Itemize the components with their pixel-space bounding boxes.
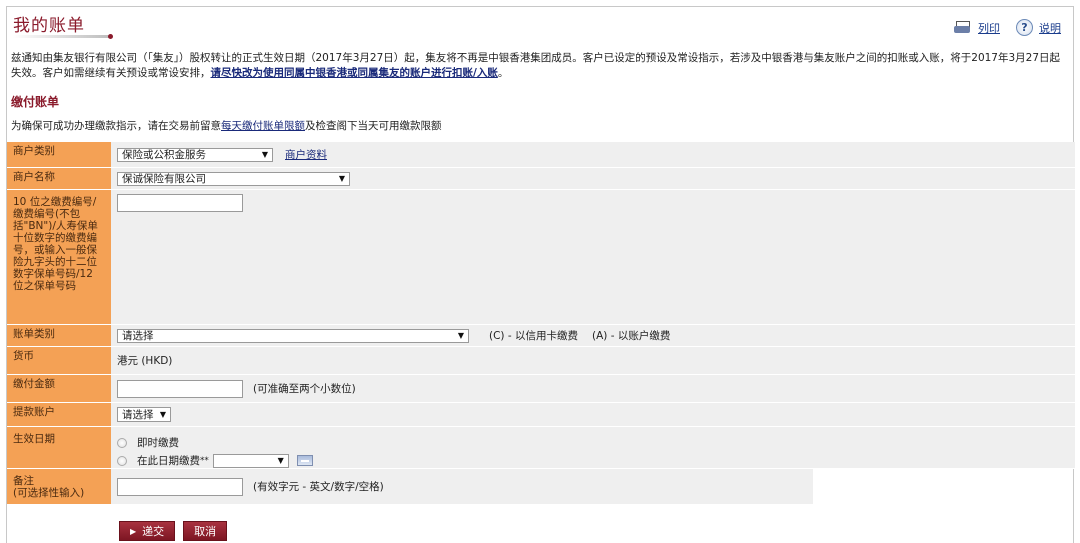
- merchant-info-link[interactable]: 商户资料: [285, 147, 327, 162]
- notice-link[interactable]: 请尽快改为使用同属中银香港或同属集友的账户进行扣账/入账: [211, 67, 498, 79]
- submit-button[interactable]: ▶ 递交: [119, 521, 176, 541]
- title-bar: 我的账单: [13, 11, 113, 39]
- pay-now-option[interactable]: 即时缴费: [117, 435, 179, 450]
- merchant-name-row: 商户名称 保诚保险有限公司 ▼: [7, 168, 1075, 190]
- remark-input[interactable]: [117, 477, 243, 496]
- debit-account-row: 提款账户 请选择 ▼: [7, 403, 1075, 427]
- pay-now-radio[interactable]: [117, 437, 127, 448]
- debit-account-field: 请选择 ▼: [111, 403, 1075, 426]
- amount-label: 缴付金额: [7, 375, 111, 402]
- bill-number-label: 10 位之缴费编号/ 缴费编号(不包括"BN")/人寿保单十位数字的缴费编号，或…: [7, 190, 111, 324]
- notice-end: 。: [497, 67, 509, 79]
- pay-now-label: 即时缴费: [137, 437, 179, 449]
- help-link[interactable]: 说明: [1039, 20, 1061, 36]
- bill-type-label: 账单类别: [7, 325, 111, 346]
- bill-type-value: 请选择: [122, 330, 154, 342]
- cancel-label: 取消: [194, 525, 217, 538]
- remark-label: 备注 (可选择性输入): [7, 469, 111, 504]
- merchant-type-label: 商户类别: [7, 142, 111, 167]
- form-actions: ▶ 递交 取消: [119, 521, 228, 541]
- bill-type-row: 账单类别 请选择 ▼ (C) - 以信用卡缴费 (A) - 以账户缴费: [7, 325, 1075, 347]
- merchant-type-row: 商户类别 保险或公积金服务 ▼ 商户资料: [7, 142, 1075, 168]
- currency-row: 货币 港元 (HKD): [7, 347, 1075, 375]
- merchant-type-value: 保险或公积金服务: [122, 149, 206, 161]
- merchant-type-field: 保险或公积金服务 ▼ 商户资料: [111, 142, 1075, 167]
- page-title: 我的账单: [13, 16, 85, 36]
- remark-hint: (有效字元 - 英文/数字/空格): [253, 481, 384, 493]
- top-actions: 列印 ? 说明: [954, 19, 1061, 36]
- help-icon[interactable]: ?: [1016, 19, 1033, 36]
- calendar-icon[interactable]: [296, 455, 313, 466]
- merchant-type-select[interactable]: 保险或公积金服务 ▼: [117, 147, 273, 162]
- intro-before: 为确保可成功办理缴款指示，请在交易前留意: [11, 120, 221, 132]
- bill-number-row: 10 位之缴费编号/ 缴费编号(不包括"BN")/人寿保单十位数字的缴费编号，或…: [7, 190, 1075, 325]
- currency-field: 港元 (HKD): [111, 347, 1075, 374]
- remark-field: (有效字元 - 英文/数字/空格): [111, 469, 813, 504]
- bill-type-select[interactable]: 请选择 ▼: [117, 328, 469, 343]
- bill-number-input[interactable]: [117, 194, 243, 212]
- title-underline: [13, 34, 113, 39]
- amount-field: (可准确至两个小数位): [111, 375, 1075, 402]
- debit-account-select[interactable]: 请选择 ▼: [117, 407, 171, 422]
- cancel-button[interactable]: 取消: [183, 521, 228, 541]
- printer-icon[interactable]: [954, 20, 972, 35]
- amount-row: 缴付金额 (可准确至两个小数位): [7, 375, 1075, 403]
- submit-label: 递交: [142, 525, 165, 538]
- dropdown-arrow-icon: ▼: [261, 150, 268, 159]
- remark-label-main: 备注: [13, 475, 34, 487]
- transfer-notice: 兹通知由集友银行有限公司（「集友」）股权转让的正式生效日期（2017年3月27日…: [11, 51, 1069, 81]
- debit-account-value: 请选择: [122, 409, 154, 421]
- notice-text: 兹通知由集友银行有限公司（「集友」）股权转让的正式生效日期（2017年3月27日…: [11, 52, 1061, 79]
- effective-date-field: 即时缴费 在此日期缴费 ** ▼: [111, 427, 1075, 468]
- remark-label-sub: (可选择性输入): [13, 487, 85, 499]
- print-link[interactable]: 列印: [978, 20, 1000, 36]
- bill-type-hint-credit: (C) - 以信用卡缴费: [489, 330, 578, 342]
- bill-number-field: [111, 190, 1075, 324]
- daily-limit-link[interactable]: 每天缴付账单限额: [221, 120, 305, 132]
- bill-type-hint-account: (A) - 以账户缴费: [592, 330, 671, 342]
- play-arrow-icon: ▶: [130, 526, 137, 536]
- pay-on-date-radio[interactable]: [117, 455, 127, 466]
- effective-date-row: 生效日期 即时缴费 在此日期缴费 ** ▼: [7, 427, 1075, 469]
- dropdown-arrow-icon: ▼: [457, 331, 464, 340]
- limit-intro: 为确保可成功办理缴款指示，请在交易前留意每天缴付账单限额及检查阁下当天可用缴款限…: [11, 118, 442, 133]
- intro-after: 及检查阁下当天可用缴款限额: [305, 120, 442, 132]
- currency-value: 港元 (HKD): [117, 355, 173, 367]
- amount-input[interactable]: [117, 379, 243, 398]
- remark-row: 备注 (可选择性输入) (有效字元 - 英文/数字/空格): [7, 469, 813, 505]
- currency-label: 货币: [7, 347, 111, 374]
- dropdown-arrow-icon: ▼: [159, 410, 166, 419]
- merchant-name-field: 保诚保险有限公司 ▼: [111, 168, 1075, 189]
- merchant-name-value: 保诚保险有限公司: [122, 173, 206, 185]
- amount-hint: (可准确至两个小数位): [253, 383, 356, 395]
- dropdown-arrow-icon: ▼: [338, 174, 345, 183]
- pay-date-select[interactable]: ▼: [212, 453, 289, 468]
- section-title: 缴付账单: [11, 95, 60, 109]
- effective-date-label: 生效日期: [7, 427, 111, 468]
- bill-type-field: 请选择 ▼ (C) - 以信用卡缴费 (A) - 以账户缴费: [111, 325, 1075, 346]
- dropdown-arrow-icon: ▼: [277, 456, 284, 465]
- pay-on-date-option[interactable]: 在此日期缴费 ** ▼: [117, 453, 313, 468]
- pay-on-date-label: 在此日期缴费: [137, 455, 200, 467]
- bill-payment-page: 我的账单 列印 ? 说明 兹通知由集友银行有限公司（「集友」）股权转让的正式生效…: [6, 6, 1075, 543]
- payment-form: 商户类别 保险或公积金服务 ▼ 商户资料 商户名称 保诚保险有限公司 ▼ 10 …: [7, 142, 1075, 505]
- merchant-name-select[interactable]: 保诚保险有限公司 ▼: [117, 171, 350, 186]
- debit-account-label: 提款账户: [7, 403, 111, 426]
- footnote-marker: **: [200, 455, 209, 466]
- merchant-name-label: 商户名称: [7, 168, 111, 189]
